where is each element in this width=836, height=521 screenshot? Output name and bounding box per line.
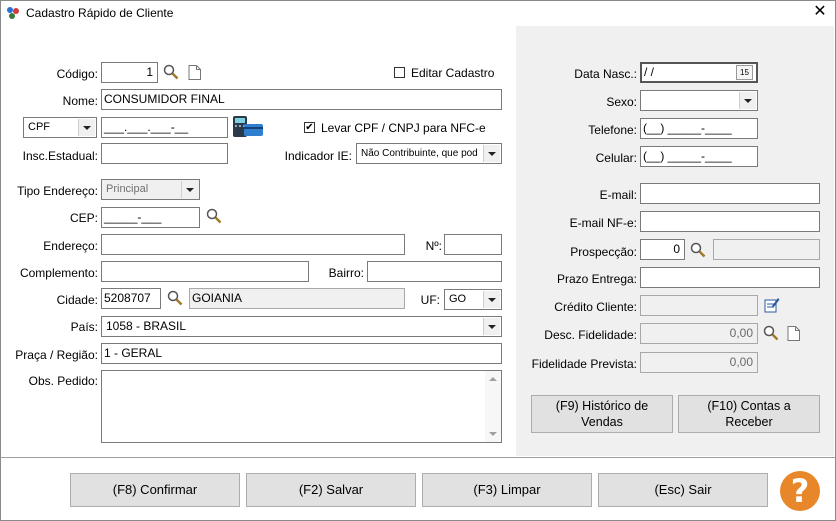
prospeccao-label: Prospecção:: [570, 245, 637, 259]
app-icon: [5, 5, 21, 21]
codigo-input[interactable]: 1: [101, 62, 158, 83]
footer-separator: [0, 457, 836, 458]
chevron-down-icon[interactable]: [78, 119, 95, 136]
cep-input[interactable]: _____-___: [101, 207, 200, 228]
desc-fidelidade-field: 0,00: [640, 323, 758, 344]
obs-pedido-label: Obs. Pedido:: [28, 374, 98, 388]
search-icon[interactable]: [763, 325, 779, 341]
chevron-down-icon[interactable]: [483, 145, 500, 162]
edit-note-icon[interactable]: [764, 297, 780, 316]
prazo-entrega-input[interactable]: [640, 267, 820, 288]
cpf-input[interactable]: ___.___.___-__: [101, 117, 228, 138]
email-input[interactable]: [640, 183, 820, 204]
tipo-endereco-value: Principal: [106, 183, 149, 195]
uf-value: GO: [449, 293, 467, 305]
calendar-icon[interactable]: 15: [736, 65, 753, 80]
codigo-label: Código:: [56, 67, 98, 81]
chevron-down-icon[interactable]: [181, 181, 198, 198]
chevron-down-icon[interactable]: [739, 92, 756, 109]
new-document-icon[interactable]: [787, 326, 800, 341]
tipo-endereco-select[interactable]: Principal: [101, 179, 200, 200]
scrollbar[interactable]: [485, 371, 501, 442]
complemento-label: Complemento:: [19, 266, 98, 280]
indicador-ie-select[interactable]: Não Contribuinte, que pod: [356, 143, 502, 164]
sexo-label: Sexo:: [606, 95, 637, 109]
editar-cadastro-label: Editar Cadastro: [411, 66, 495, 80]
data-nasc-value: / /: [644, 65, 655, 79]
celular-input[interactable]: (__) _____-____: [640, 146, 758, 167]
levar-cpf-checkbox[interactable]: ✔: [304, 122, 315, 133]
close-icon[interactable]: ✕: [812, 4, 828, 20]
search-icon[interactable]: [206, 208, 222, 224]
levar-cpf-label: Levar CPF / CNPJ para NFC-e: [321, 121, 486, 135]
calendar-day: 15: [740, 68, 749, 77]
cidade-name-field: GOIANIA: [189, 288, 405, 309]
credito-cliente-label: Crédito Cliente:: [554, 300, 637, 314]
limpar-button[interactable]: (F3) Limpar: [422, 473, 592, 507]
chevron-down-icon[interactable]: [483, 291, 500, 308]
salvar-button[interactable]: (F2) Salvar: [246, 473, 416, 507]
praca-regiao-input[interactable]: 1 - GERAL: [101, 343, 502, 364]
endereco-input[interactable]: [101, 234, 405, 255]
praca-regiao-label: Praça / Região:: [15, 348, 98, 362]
credito-cliente-field: [640, 295, 758, 316]
indicador-ie-label: Indicador IE:: [284, 149, 352, 163]
window-title: Cadastro Rápido de Cliente: [26, 6, 174, 20]
cidade-code-input[interactable]: 5208707: [101, 288, 161, 309]
sair-button[interactable]: (Esc) Sair: [598, 473, 768, 507]
pais-value: 1058 - BRASIL: [106, 319, 187, 333]
editar-cadastro-checkbox[interactable]: [394, 67, 405, 78]
telefone-input[interactable]: (__) _____-____: [640, 118, 758, 139]
help-icon[interactable]: ?: [780, 471, 820, 511]
search-icon[interactable]: [163, 64, 179, 80]
nome-label: Nome:: [62, 94, 98, 108]
telefone-label: Telefone:: [588, 123, 637, 137]
numero-input[interactable]: [444, 234, 502, 255]
complemento-input[interactable]: [101, 261, 309, 282]
cidade-label: Cidade:: [56, 293, 98, 307]
numero-label: Nº:: [425, 239, 442, 253]
search-icon[interactable]: [167, 290, 183, 306]
confirmar-button[interactable]: (F8) Confirmar: [70, 473, 240, 507]
email-nfe-label: E-mail NF-e:: [569, 216, 637, 230]
tipo-endereco-label: Tipo Endereço:: [17, 184, 98, 198]
email-label: E-mail:: [599, 188, 637, 202]
new-document-icon[interactable]: [188, 65, 201, 80]
historico-vendas-button[interactable]: (F9) Histórico de Vendas: [531, 395, 673, 433]
indicador-ie-value: Não Contribuinte, que pod: [361, 148, 478, 159]
bairro-label: Bairro:: [328, 266, 364, 280]
insc-estadual-input[interactable]: [101, 143, 228, 164]
chevron-down-icon[interactable]: [483, 318, 500, 335]
obs-pedido-textarea[interactable]: [101, 370, 502, 443]
doc-type-select[interactable]: CPF: [23, 117, 97, 138]
desc-fidelidade-label: Desc. Fidelidade:: [544, 328, 637, 342]
search-icon[interactable]: [690, 242, 706, 258]
fidelidade-prevista-field: 0,00: [640, 352, 758, 373]
prazo-entrega-label: Prazo Entrega:: [556, 272, 637, 286]
email-nfe-input[interactable]: [640, 211, 820, 232]
sexo-select[interactable]: [640, 90, 758, 111]
doc-type-value: CPF: [28, 121, 50, 133]
pais-select[interactable]: 1058 - BRASIL: [101, 316, 502, 337]
endereco-label: Endereço:: [43, 239, 98, 253]
uf-select[interactable]: GO: [444, 289, 502, 310]
card-terminal-icon: [232, 116, 264, 141]
data-nasc-label: Data Nasc.:: [574, 67, 637, 81]
help-glyph: ?: [790, 472, 810, 510]
celular-label: Celular:: [595, 151, 637, 165]
insc-estadual-label: Insc.Estadual:: [22, 149, 98, 163]
prospeccao-name-field: [713, 239, 820, 260]
fidelidade-prevista-label: Fidelidade Prevista:: [531, 357, 637, 371]
contas-receber-button[interactable]: (F10) Contas a Receber: [678, 395, 820, 433]
prospeccao-input[interactable]: 0: [640, 239, 685, 260]
uf-label: UF:: [420, 293, 440, 307]
pais-label: País:: [70, 320, 98, 334]
cep-label: CEP:: [69, 211, 98, 225]
bairro-input[interactable]: [367, 261, 502, 282]
nome-input[interactable]: CONSUMIDOR FINAL: [101, 89, 502, 110]
